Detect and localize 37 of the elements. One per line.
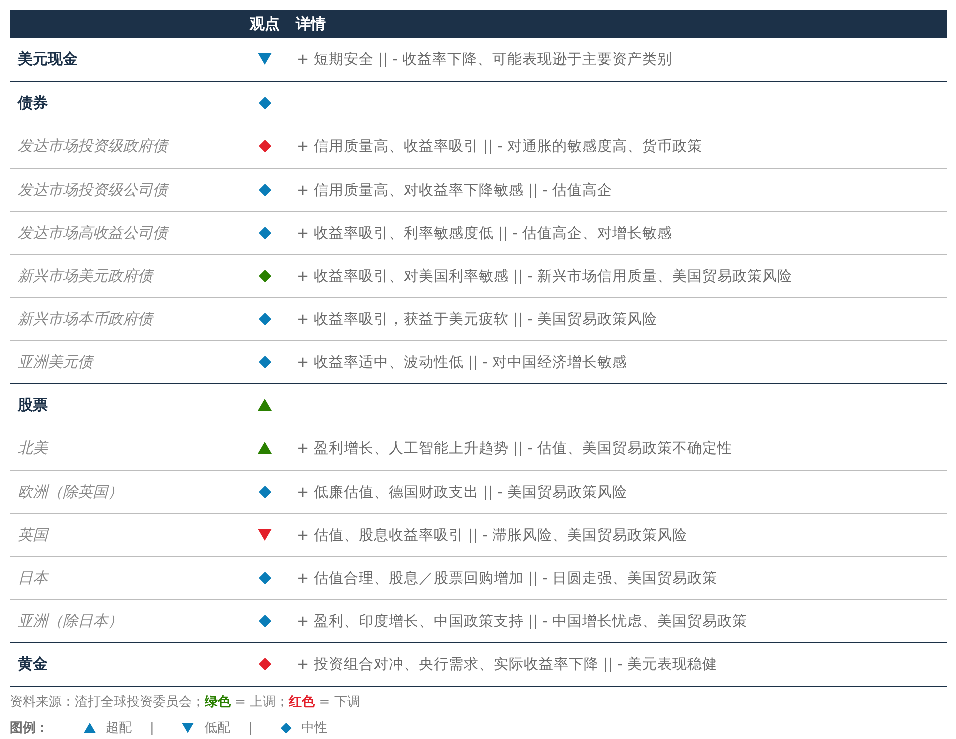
asset-label: 发达市场投资级政府债 [17, 137, 168, 156]
asset-label: 新兴市场美元政府债 [17, 266, 153, 286]
details-text: + 收益率吸引、对美国利率敏感 || - 新兴市场信用质量、美国贸易政策风险 [296, 268, 793, 286]
asset-label: 发达市场投资级公司债 [17, 180, 168, 200]
column-header: 详情 [294, 14, 326, 34]
details-text: + 收益率吸引、利率敏感度低 || - 估值高企、对增长敏感 [296, 224, 673, 242]
legend-label: 中性 [302, 720, 328, 737]
asset-label: 亚洲美元债 [17, 352, 93, 372]
category-label: 债券 [16, 94, 48, 113]
category-label: 股票 [16, 396, 48, 415]
details-text: + 低廉估值、德国财政支出 || - 美国贸易政策风险 [296, 484, 628, 502]
details-text: + 估值、股息收益率吸引 || - 滞胀风险、美国贸易政策风险 [296, 526, 688, 544]
details-text: + 收益率适中、波动性低 || - 对中国经济增长敏感 [296, 354, 628, 372]
column-header: 观点 [250, 14, 280, 34]
category-label: 黄金 [17, 655, 48, 674]
category-label: 美元现金 [17, 50, 78, 69]
legend-label: 低配 [204, 720, 230, 737]
details-text: + 信用质量高、收益率吸引 || - 对通胀的敏感度高、货币政策 [296, 138, 703, 156]
asset-label: 发达市场高收益公司债 [17, 224, 168, 242]
asset-label: 日本 [17, 568, 48, 588]
legend-separator: | [150, 720, 154, 736]
asset-label: 英国 [17, 526, 48, 544]
legend-title: 图例： [10, 720, 50, 737]
details-text: + 估值合理、股息／股票回购增加 || - 日圆走强、美国贸易政策 [296, 570, 718, 588]
asset-label: 亚洲（除日本） [17, 612, 123, 630]
source-note: 资料来源：渣打全球投资委员会；绿色 = 上调；红色 = 下调 [10, 694, 360, 711]
asset-label: 新兴市场本币政府债 [17, 310, 153, 328]
asset-label: 欧洲（除英国） [17, 482, 123, 502]
details-text: + 短期安全 || - 收益率下降、可能表现逊于主要资产类别 [296, 50, 673, 69]
details-text: + 收益率吸引，获益于美元疲软 || - 美国贸易政策风险 [296, 310, 658, 328]
asset-label: 北美 [17, 439, 48, 458]
details-text: + 信用质量高、对收益率下降敏感 || - 估值高企 [296, 182, 613, 200]
details-text: + 盈利、印度增长、中国政策支持 || - 中国增长忧虑、美国贸易政策 [296, 612, 748, 630]
legend-separator: | [248, 720, 253, 736]
details-text: + 投资组合对冲、央行需求、实际收益率下降 || - 美元表现稳健 [296, 656, 718, 674]
details-text: + 盈利增长、人工智能上升趋势 || - 估值、美国贸易政策不确定性 [296, 440, 733, 458]
legend-label: 超配 [106, 720, 132, 737]
